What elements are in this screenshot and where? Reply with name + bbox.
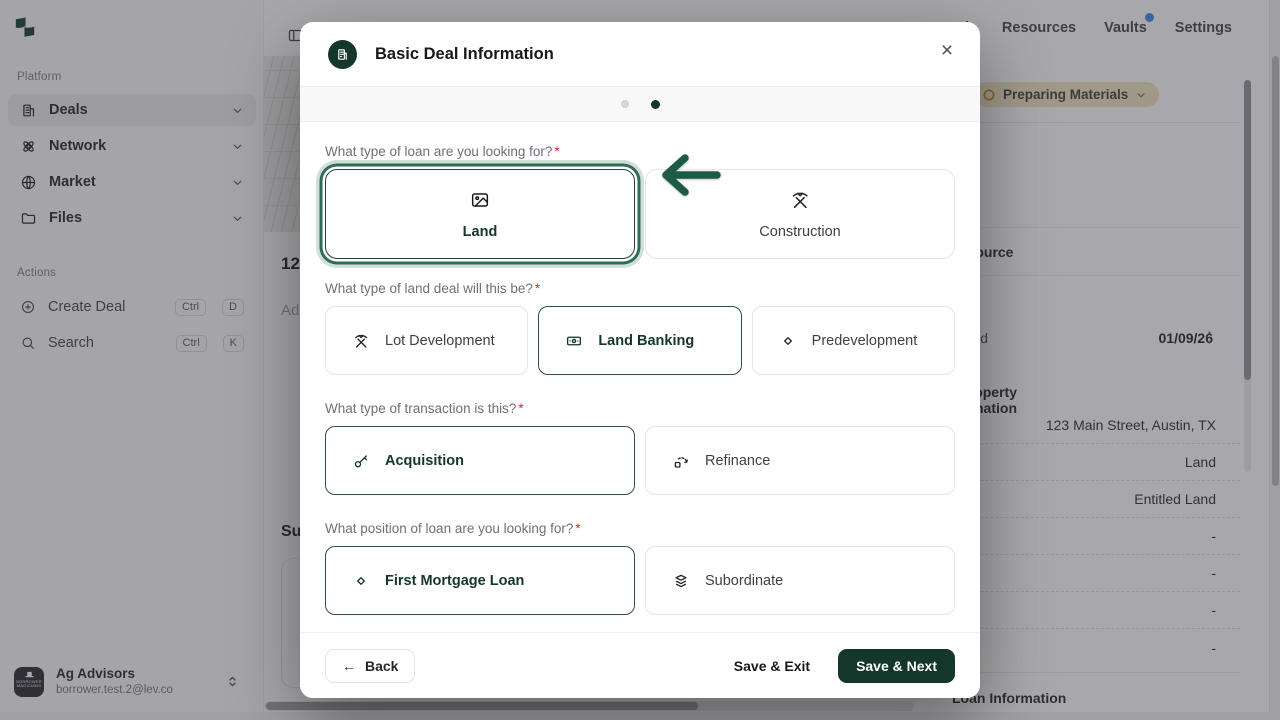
basic-deal-information-modal: Basic Deal Information × What type of lo… [300, 22, 980, 698]
option-label: First Mortgage Loan [385, 573, 524, 589]
option-card-predevelopment[interactable]: Predevelopment [752, 306, 955, 375]
modal-body: What type of loan are you looking for?* … [300, 122, 980, 615]
option-card-lot-development[interactable]: Lot Development [325, 306, 528, 375]
option-label: Refinance [705, 453, 770, 469]
close-icon[interactable]: × [934, 38, 960, 64]
tools-icon [352, 332, 370, 350]
annotation-arrow-icon [653, 150, 725, 200]
deal-building-icon [328, 40, 357, 69]
step-indicator [300, 86, 980, 122]
question-label: What position of loan are you looking fo… [325, 521, 955, 536]
save-and-exit-button[interactable]: Save & Exit [720, 658, 824, 674]
arrow-left-icon: ← [342, 658, 356, 674]
key-icon [352, 452, 370, 470]
required-asterisk: * [518, 401, 523, 416]
option-row: Land Construction [325, 169, 955, 259]
question-label: What type of transaction is this?* [325, 401, 955, 416]
required-asterisk: * [575, 521, 580, 536]
layers-icon [672, 572, 690, 590]
option-row: Lot Development Land Banking [325, 306, 955, 375]
option-card-land[interactable]: Land [325, 169, 635, 259]
option-label: Construction [759, 224, 840, 240]
option-label: Acquisition [385, 453, 464, 469]
back-button[interactable]: ← Back [325, 649, 415, 683]
modal-title: Basic Deal Information [375, 45, 554, 64]
step-dot-active [651, 100, 660, 109]
diamond-icon [779, 332, 797, 350]
save-and-next-button[interactable]: Save & Next [838, 649, 955, 683]
question-label: What type of land deal will this be?* [325, 281, 955, 296]
diamond-icon [352, 572, 370, 590]
app-window: Platform Deals [0, 0, 1280, 720]
option-label: Land Banking [598, 333, 694, 349]
option-label: Predevelopment [812, 333, 918, 349]
step-dot [621, 100, 629, 108]
option-card-refinance[interactable]: Refinance [645, 426, 955, 495]
refinance-icon [672, 452, 690, 470]
option-label: Subordinate [705, 573, 783, 589]
option-row: First Mortgage Loan Subordinate [325, 546, 955, 615]
option-row: Acquisition Refinance [325, 426, 955, 495]
modal-header: Basic Deal Information × [300, 22, 980, 86]
required-asterisk: * [554, 144, 559, 159]
option-card-land-banking[interactable]: Land Banking [538, 306, 741, 375]
question-label: What type of loan are you looking for?* [325, 144, 955, 159]
image-icon [469, 189, 491, 211]
modal-footer: ← Back Save & Exit Save & Next [300, 632, 980, 698]
option-label: Land [463, 224, 498, 240]
option-card-acquisition[interactable]: Acquisition [325, 426, 635, 495]
tools-icon [789, 189, 811, 211]
required-asterisk: * [535, 281, 540, 296]
option-card-subordinate[interactable]: Subordinate [645, 546, 955, 615]
option-card-first-mortgage-loan[interactable]: First Mortgage Loan [325, 546, 635, 615]
option-label: Lot Development [385, 333, 495, 349]
banknote-icon [565, 332, 583, 350]
